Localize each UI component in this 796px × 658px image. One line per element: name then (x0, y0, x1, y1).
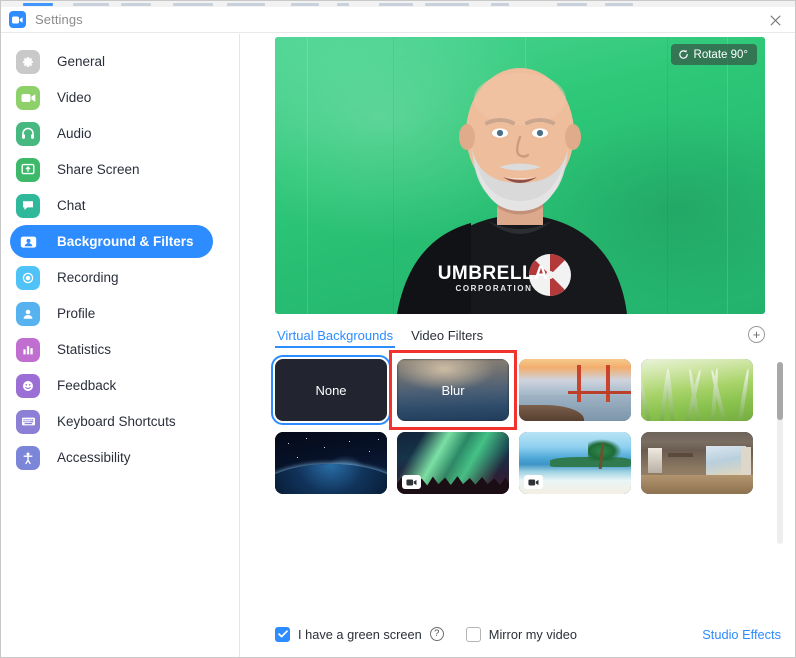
thumbnail-scrollbar-track[interactable] (777, 362, 783, 544)
person-card-icon (16, 230, 40, 254)
sidebar-item-feedback[interactable]: Feedback (10, 369, 213, 402)
sidebar-item-label: Profile (57, 306, 95, 321)
room-art (641, 432, 753, 494)
headphones-icon (16, 122, 40, 146)
background-tabs: Virtual Backgrounds Video Filters + (275, 328, 765, 354)
zoom-camera-icon (9, 11, 26, 28)
video-preview: UMBRELLA CORPORATION Rotate 90° (275, 37, 765, 314)
rotate-90-button[interactable]: Rotate 90° (671, 44, 757, 65)
thumbnail-row: None Blur (275, 359, 775, 421)
background-thumbnail-bridge[interactable] (519, 359, 631, 421)
mirror-video-group: Mirror my video (466, 627, 577, 642)
sidebar-item-label: Statistics (57, 342, 111, 357)
title-bar: Settings (1, 7, 796, 33)
sidebar-item-video[interactable]: Video (10, 81, 213, 114)
sidebar-item-label: Feedback (57, 378, 116, 393)
thumbnail-cell: Blur (397, 359, 519, 421)
keyboard-icon (16, 410, 40, 434)
add-background-button[interactable]: + (748, 326, 765, 343)
background-thumbnail-blur[interactable]: Blur (397, 359, 509, 421)
background-thumbnail-none[interactable]: None (275, 359, 387, 421)
background-thumbnail-beach[interactable] (519, 432, 631, 494)
sidebar-item-label: Accessibility (57, 450, 131, 465)
background-thumbnail-space[interactable] (275, 432, 387, 494)
window-title: Settings (35, 12, 83, 27)
bar-chart-icon (16, 338, 40, 362)
settings-sidebar: General Video Audio Share Screen Chat (1, 34, 240, 658)
sidebar-item-label: Background & Filters (57, 234, 194, 249)
video-camera-icon (16, 86, 40, 110)
bridge-art (519, 359, 631, 421)
tab-video-filters[interactable]: Video Filters (409, 328, 485, 348)
mirror-video-checkbox[interactable] (466, 627, 481, 642)
background-thumbnail-aurora[interactable] (397, 432, 509, 494)
smiley-icon (16, 374, 40, 398)
background-options-bar: I have a green screen ? Mirror my video … (275, 623, 781, 645)
grass-art (641, 359, 753, 421)
video-background-badge (402, 475, 421, 489)
thumbnail-scrollbar-thumb[interactable] (777, 362, 783, 420)
sidebar-item-label: Keyboard Shortcuts (57, 414, 176, 429)
webcam-person: UMBRELLA CORPORATION (275, 37, 765, 314)
chat-bubble-icon (16, 194, 40, 218)
mirror-video-label: Mirror my video (489, 627, 577, 642)
sidebar-item-audio[interactable]: Audio (10, 117, 213, 150)
sidebar-item-label: Audio (57, 126, 92, 141)
sidebar-item-accessibility[interactable]: Accessibility (10, 441, 213, 474)
green-screen-label: I have a green screen (298, 627, 422, 642)
close-icon[interactable] (753, 7, 796, 33)
background-thumbnail-grass[interactable] (641, 359, 753, 421)
sidebar-item-label: Recording (57, 270, 119, 285)
sidebar-item-label: General (57, 54, 105, 69)
video-background-badge (524, 475, 543, 489)
accessibility-icon (16, 446, 40, 470)
sidebar-item-profile[interactable]: Profile (10, 297, 213, 330)
sidebar-item-label: Share Screen (57, 162, 140, 177)
tab-virtual-backgrounds[interactable]: Virtual Backgrounds (275, 328, 395, 348)
svg-text:UMBRELLA: UMBRELLA (438, 263, 549, 284)
record-icon (16, 266, 40, 290)
studio-effects-link[interactable]: Studio Effects (702, 627, 781, 642)
sidebar-item-chat[interactable]: Chat (10, 189, 213, 222)
share-screen-icon (16, 158, 40, 182)
background-and-filters-panel: UMBRELLA CORPORATION Rotate 90° Virtual … (241, 34, 796, 658)
rotate-label: Rotate 90° (694, 49, 748, 61)
thumbnail-row (275, 432, 775, 494)
sidebar-item-label: Video (57, 90, 91, 105)
sidebar-item-general[interactable]: General (10, 45, 213, 78)
background-thumbnail-room[interactable] (641, 432, 753, 494)
sidebar-item-keyboard-shortcuts[interactable]: Keyboard Shortcuts (10, 405, 213, 438)
thumbnail-cell: None (275, 359, 397, 421)
gear-icon (16, 50, 40, 74)
thumbnail-label: Blur (397, 359, 509, 421)
sidebar-item-share-screen[interactable]: Share Screen (10, 153, 213, 186)
space-art (275, 432, 387, 494)
sidebar-item-background-and-filters[interactable]: Background & Filters (10, 225, 213, 258)
rotate-icon (678, 49, 689, 60)
green-screen-checkbox[interactable] (275, 627, 290, 642)
question-mark-icon[interactable]: ? (430, 627, 444, 641)
person-icon (16, 302, 40, 326)
sidebar-item-label: Chat (57, 198, 86, 213)
background-thumbnail-grid: None Blur (275, 359, 775, 549)
thumbnail-label: None (275, 359, 387, 421)
sidebar-item-statistics[interactable]: Statistics (10, 333, 213, 366)
svg-text:CORPORATION: CORPORATION (455, 284, 532, 293)
settings-window: Settings General Video Audio (0, 0, 796, 658)
sidebar-item-recording[interactable]: Recording (10, 261, 213, 294)
